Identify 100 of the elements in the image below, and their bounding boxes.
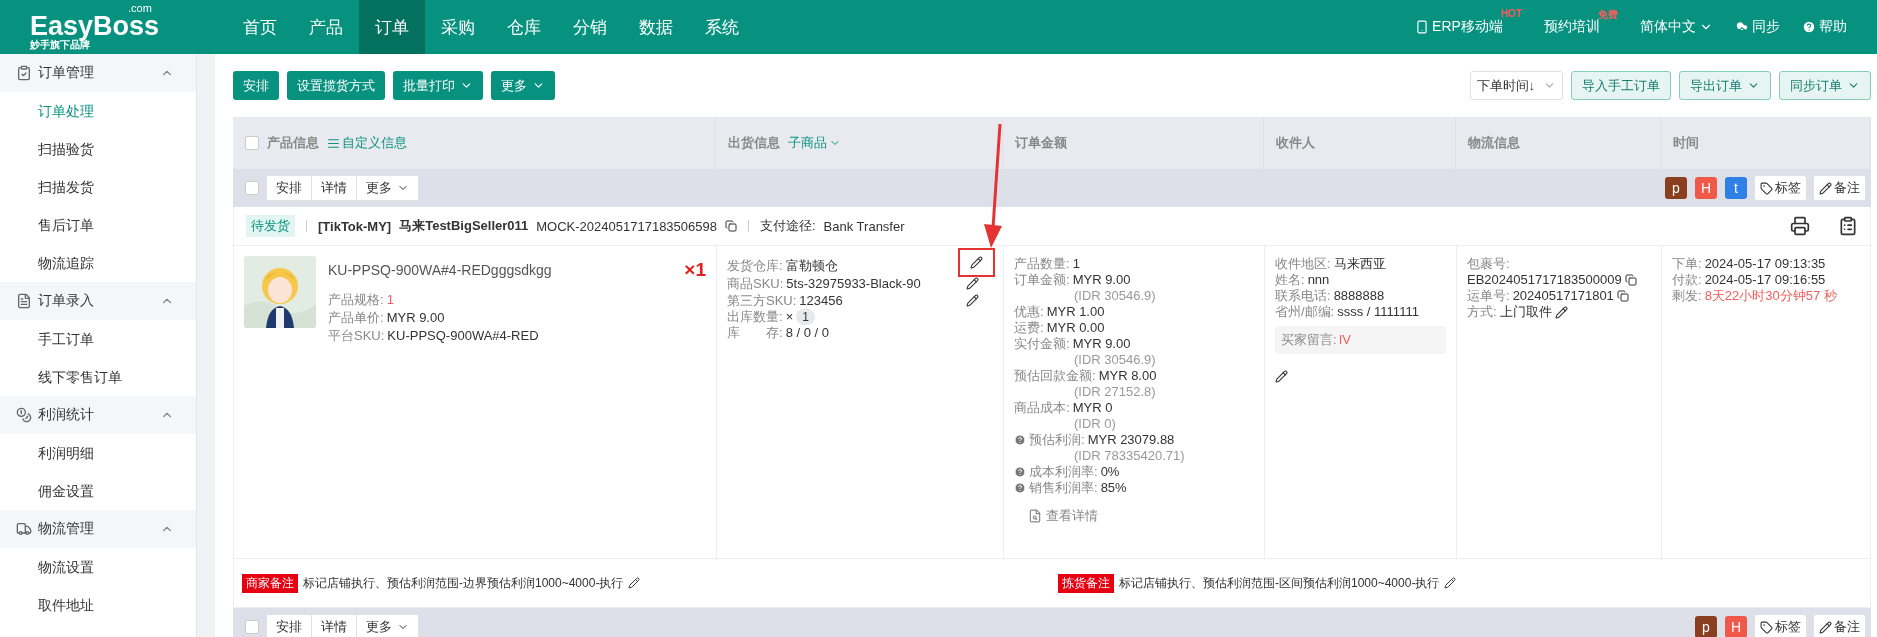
view-details-link[interactable]: 查看详情 <box>1014 506 1254 526</box>
action-button[interactable]: 更多 <box>356 614 419 637</box>
header-link[interactable]: 简体中文 <box>1640 18 1713 36</box>
field-label: 第三方SKU: <box>727 292 797 309</box>
field-value: MYR 0 <box>1072 400 1113 416</box>
tag-icon <box>1760 181 1773 195</box>
group-icon <box>16 65 32 81</box>
field-label: 成本利润率: <box>1029 464 1098 480</box>
sidebar-item[interactable]: 扫描验货 <box>0 130 196 168</box>
toolbar-button[interactable]: 导出订单 <box>1679 71 1771 100</box>
field-label: 库 存: <box>727 325 783 341</box>
edit-icon[interactable] <box>970 256 983 269</box>
field-value: 富勒顿仓 <box>785 257 838 274</box>
column-header: 订单金额 <box>1015 134 1067 152</box>
header-link[interactable]: 同步 <box>1735 18 1780 36</box>
field-value: nnn <box>1307 272 1330 288</box>
select-all-checkbox[interactable] <box>245 136 259 150</box>
copy-icon[interactable] <box>1624 274 1637 286</box>
copy-icon[interactable] <box>1616 290 1629 302</box>
tag-button[interactable]: 标签 <box>1755 615 1806 637</box>
sidebar-group[interactable]: 利润统计 <box>0 396 196 434</box>
action-button[interactable]: 详情 <box>311 175 357 201</box>
header-link[interactable]: 预约培训 <box>1544 18 1600 36</box>
field-label: 发货仓库: <box>727 257 783 274</box>
action-button[interactable]: 安排 <box>266 614 312 637</box>
sidebar-item[interactable]: 线下零售订单 <box>0 358 196 396</box>
nav-tab[interactable]: 数据 <box>623 0 689 54</box>
field-value: EB2024051717183500009 <box>1467 272 1622 288</box>
header-link[interactable]: 帮助 <box>1802 18 1847 36</box>
field-label: 下单: <box>1672 256 1702 272</box>
sidebar-item[interactable]: 扫描发货 <box>0 168 196 206</box>
note-button[interactable]: 备注 <box>1814 615 1865 637</box>
action-button[interactable]: 详情 <box>311 614 357 637</box>
tag-chip[interactable]: p <box>1695 616 1717 637</box>
edit-icon[interactable] <box>628 577 641 589</box>
checkbox[interactable] <box>245 181 259 195</box>
note-label: 商家备注 <box>242 573 298 593</box>
sidebar-group[interactable]: 物流管理 <box>0 510 196 548</box>
nav-tab[interactable]: 采购 <box>425 0 491 54</box>
toolbar-button[interactable]: 更多 <box>491 71 555 100</box>
note-button[interactable]: 备注 <box>1814 176 1865 200</box>
field-value: 5ts-32975933-Black-90 <box>786 275 921 292</box>
nav-tab[interactable]: 订单 <box>359 0 425 54</box>
pencil-icon <box>1819 181 1832 195</box>
edit-icon[interactable] <box>1275 369 1288 383</box>
shop-name: 马来TestBigSeller011 <box>399 217 529 235</box>
sidebar-group[interactable]: 订单录入 <box>0 282 196 320</box>
tag-chip[interactable]: t <box>1725 177 1747 199</box>
field-label: 剩发: <box>1672 288 1702 304</box>
help-icon[interactable] <box>1014 482 1026 494</box>
field-value: ssss / 1111111 <box>1337 304 1419 320</box>
tag-chip[interactable]: p <box>1665 177 1687 199</box>
printer-icon[interactable] <box>1790 216 1810 236</box>
group-label: 订单管理 <box>38 64 95 82</box>
edit-icon[interactable] <box>966 277 979 290</box>
edit-icon[interactable] <box>1444 577 1457 589</box>
column-header: 时间 <box>1673 134 1699 152</box>
sidebar-item[interactable]: 物流设置 <box>0 548 196 586</box>
field-value: 1 <box>1072 256 1080 272</box>
field-value: 20240517171801 <box>1512 288 1614 304</box>
sidebar-item[interactable]: 手工订单 <box>0 320 196 358</box>
field-value: MYR 23079.88 <box>1087 432 1175 448</box>
action-button[interactable]: 安排 <box>266 175 312 201</box>
sidebar-item[interactable]: 售后订单 <box>0 206 196 244</box>
header-link[interactable]: ERP移动端 <box>1415 18 1503 36</box>
field-label: 买家留言: <box>1281 332 1337 348</box>
toolbar-button[interactable]: 同步订单 <box>1779 71 1871 100</box>
help-icon[interactable] <box>1014 466 1026 478</box>
edit-icon[interactable] <box>966 294 979 307</box>
clipboard-icon[interactable] <box>1838 216 1858 236</box>
action-button[interactable]: 更多 <box>356 175 419 201</box>
nav-tab[interactable]: 首页 <box>227 0 293 54</box>
sidebar-item[interactable]: 利润明细 <box>0 434 196 472</box>
field-value: 85% <box>1100 480 1127 496</box>
field-label: 预估回款金额: <box>1014 368 1096 384</box>
nav-tab[interactable]: 分销 <box>557 0 623 54</box>
nav-tab[interactable]: 产品 <box>293 0 359 54</box>
field-value: MYR 9.00 <box>1072 336 1131 352</box>
toolbar-button[interactable]: 批量打印 <box>393 71 483 100</box>
sort-select[interactable]: 下单时间↓ <box>1469 71 1563 100</box>
field-label: 优惠: <box>1014 304 1044 320</box>
sidebar-item[interactable]: 订单处理 <box>0 92 196 130</box>
order-number: MOCK-2024051717183506598 <box>536 218 717 234</box>
field-value: 8888888 <box>1333 288 1385 304</box>
copy-icon[interactable] <box>725 220 737 232</box>
edit-icon[interactable] <box>1554 305 1568 319</box>
nav-tab[interactable]: 系统 <box>689 0 755 54</box>
sidebar-group[interactable]: 订单管理 <box>0 54 196 92</box>
sidebar-item[interactable]: 物流追踪 <box>0 244 196 282</box>
help-icon[interactable] <box>1014 434 1026 446</box>
field-label: 收件地区: <box>1275 256 1331 272</box>
toolbar-button[interactable]: 导入手工订单 <box>1571 71 1671 100</box>
field-label: 运单号: <box>1467 288 1510 304</box>
checkbox[interactable] <box>245 620 259 634</box>
sidebar-item[interactable]: 佣金设置 <box>0 472 196 510</box>
toolbar-button[interactable]: 设置揽货方式 <box>287 71 385 100</box>
nav-tab[interactable]: 仓库 <box>491 0 557 54</box>
toolbar-button[interactable]: 安排 <box>233 71 279 100</box>
tag-button[interactable]: 标签 <box>1755 176 1806 200</box>
sidebar-item[interactable]: 取件地址 <box>0 586 196 624</box>
